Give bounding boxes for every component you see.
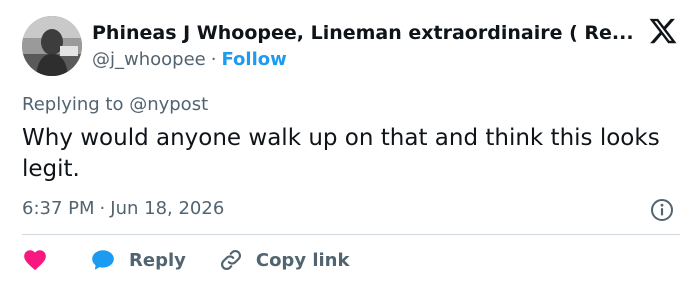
reply-label: Reply bbox=[129, 249, 186, 271]
author-handle-row: @j_whoopee · Follow bbox=[92, 49, 287, 70]
tweet-date: Jun 18, 2026 bbox=[110, 198, 225, 219]
reply-button[interactable]: Reply bbox=[90, 247, 186, 273]
avatar[interactable] bbox=[22, 16, 82, 76]
follow-button[interactable]: Follow bbox=[221, 49, 286, 70]
tweet-text: Why would anyone walk up on that and thi… bbox=[22, 125, 660, 182]
speech-bubble-icon bbox=[92, 250, 114, 270]
author-handle[interactable]: @j_whoopee bbox=[92, 49, 206, 70]
heart-icon bbox=[24, 250, 46, 271]
tweet-card: Phineas J Whoopee, Lineman extraordinair… bbox=[0, 0, 700, 287]
author-display-name[interactable]: Phineas J Whoopee, Lineman extraordinair… bbox=[92, 22, 642, 44]
replying-to-label: Replying to @nypost bbox=[22, 94, 209, 115]
copy-link-label: Copy link bbox=[255, 249, 350, 271]
tweet-timestamp[interactable]: 6:37 PM · Jun 18, 2026 bbox=[22, 198, 224, 219]
avatar-photo bbox=[22, 16, 82, 76]
like-button[interactable] bbox=[22, 247, 48, 273]
divider bbox=[22, 234, 680, 235]
tweet-time: 6:37 PM bbox=[22, 198, 95, 219]
copy-link-button[interactable]: Copy link bbox=[218, 247, 350, 273]
handle-separator: · bbox=[210, 49, 217, 70]
link-icon bbox=[220, 250, 241, 270]
timestamp-separator: · bbox=[99, 198, 106, 219]
x-logo-icon[interactable] bbox=[648, 16, 678, 46]
action-bar: Reply Copy link bbox=[22, 246, 349, 274]
info-icon[interactable] bbox=[650, 198, 674, 222]
